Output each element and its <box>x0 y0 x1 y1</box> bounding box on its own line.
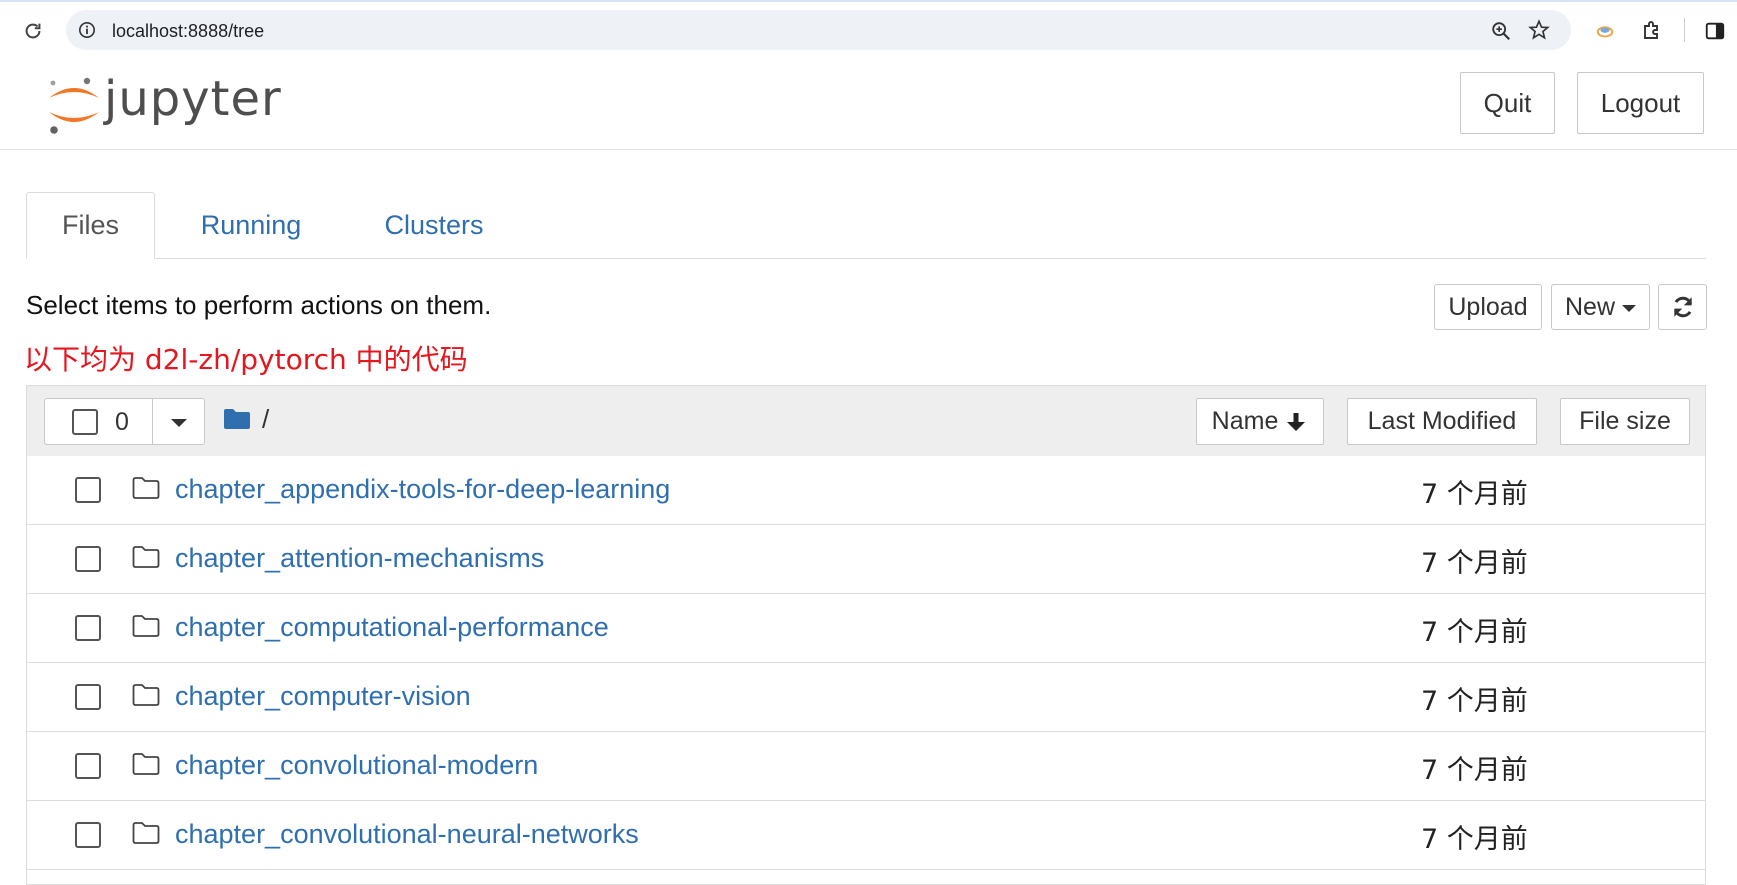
annotation-note: 以下均为 d2l-zh/pytorch 中的代码 <box>24 343 468 376</box>
folder-link[interactable]: chapter_attention-mechanisms <box>175 543 544 574</box>
folder-icon <box>132 615 160 637</box>
select-menu-caret-icon[interactable] <box>171 419 187 427</box>
sort-by-last-modified-button[interactable]: Last Modified <box>1347 398 1537 445</box>
jupyter-logo-icon[interactable] <box>44 72 104 138</box>
selected-count: 0 <box>115 408 129 436</box>
new-button-label: New <box>1564 292 1615 321</box>
select-all-checkbox[interactable] <box>72 409 98 435</box>
breadcrumb-root[interactable]: / <box>262 404 269 435</box>
list-item[interactable]: chapter_computer-vision 7 个月前 <box>27 663 1705 732</box>
caret-down-icon <box>1622 305 1636 312</box>
tab-running[interactable]: Running <box>176 192 326 258</box>
selection-hint: Select items to perform actions on them. <box>26 290 492 320</box>
logout-button[interactable]: Logout <box>1577 72 1704 134</box>
row-checkbox[interactable] <box>75 546 101 572</box>
list-item[interactable]: chapter_convolutional-modern 7 个月前 <box>27 732 1705 801</box>
zoom-icon[interactable] <box>1490 20 1512 42</box>
folder-link[interactable]: chapter_convolutional-modern <box>175 750 538 781</box>
quit-button[interactable]: Quit <box>1460 72 1555 134</box>
folder-link[interactable]: chapter_appendix-tools-for-deep-learning <box>175 474 670 505</box>
list-item[interactable]: chapter_appendix-tools-for-deep-learning… <box>27 456 1705 525</box>
last-modified-value: 7 个月前 <box>1421 686 1528 717</box>
extension-app-icon[interactable] <box>1594 20 1616 42</box>
row-checkbox[interactable] <box>75 822 101 848</box>
list-item[interactable]: chapter_convolutional-neural-networks 7 … <box>27 801 1705 870</box>
sort-by-name-button[interactable]: Name <box>1196 398 1324 445</box>
tab-files[interactable]: Files <box>26 192 155 259</box>
row-checkbox[interactable] <box>75 477 101 503</box>
last-modified-value: 7 个月前 <box>1421 755 1528 786</box>
row-checkbox[interactable] <box>75 753 101 779</box>
refresh-button[interactable] <box>1658 284 1707 330</box>
jupyter-logo-text[interactable]: jupyter <box>104 71 282 127</box>
folder-icon <box>132 546 160 568</box>
upload-button[interactable]: Upload <box>1434 284 1542 330</box>
folder-solid-icon[interactable] <box>223 408 251 430</box>
list-item[interactable]: chapter_computational-performance 7 个月前 <box>27 594 1705 663</box>
url-text: localhost:8888/tree <box>112 21 265 41</box>
main-tabs: Files Running Clusters <box>26 192 1706 259</box>
row-checkbox[interactable] <box>75 684 101 710</box>
folder-link[interactable]: chapter_convolutional-neural-networks <box>175 819 639 850</box>
folder-icon <box>132 684 160 706</box>
folder-icon <box>132 753 160 775</box>
toolbar-separator <box>1684 18 1685 42</box>
site-info-icon[interactable] <box>78 21 96 39</box>
select-divider <box>152 399 153 444</box>
new-dropdown-button[interactable]: New <box>1551 284 1650 330</box>
file-list: 0 / Name Last Modified File size chapter… <box>26 385 1706 885</box>
folder-icon <box>132 822 160 844</box>
last-modified-value: 7 个月前 <box>1421 824 1528 855</box>
extensions-puzzle-icon[interactable] <box>1640 18 1664 42</box>
arrow-down-icon <box>1287 412 1306 431</box>
folder-link[interactable]: chapter_computational-performance <box>175 612 609 643</box>
last-modified-value: 7 个月前 <box>1421 479 1528 510</box>
last-modified-value: 7 个月前 <box>1421 617 1528 648</box>
side-panel-icon[interactable] <box>1704 20 1726 42</box>
file-list-header: 0 / Name Last Modified File size <box>27 386 1705 457</box>
jupyter-header: jupyter Quit Logout <box>0 60 1737 150</box>
folder-icon <box>132 477 160 499</box>
name-column-label: Name <box>1211 407 1279 435</box>
refresh-icon <box>1673 296 1692 318</box>
select-all-group: 0 <box>44 398 205 445</box>
address-bar[interactable]: localhost:8888/tree <box>66 10 1571 50</box>
bookmark-star-icon[interactable] <box>1528 19 1550 41</box>
reload-icon[interactable] <box>22 20 44 42</box>
last-modified-value: 7 个月前 <box>1421 548 1528 579</box>
row-checkbox[interactable] <box>75 615 101 641</box>
list-item[interactable]: chapter_attention-mechanisms 7 个月前 <box>27 525 1705 594</box>
tab-clusters[interactable]: Clusters <box>354 192 514 258</box>
sort-by-file-size-button[interactable]: File size <box>1560 398 1690 445</box>
folder-link[interactable]: chapter_computer-vision <box>175 681 471 712</box>
tab-strip-edge <box>0 0 1737 2</box>
browser-toolbar: localhost:8888/tree <box>0 0 1737 61</box>
